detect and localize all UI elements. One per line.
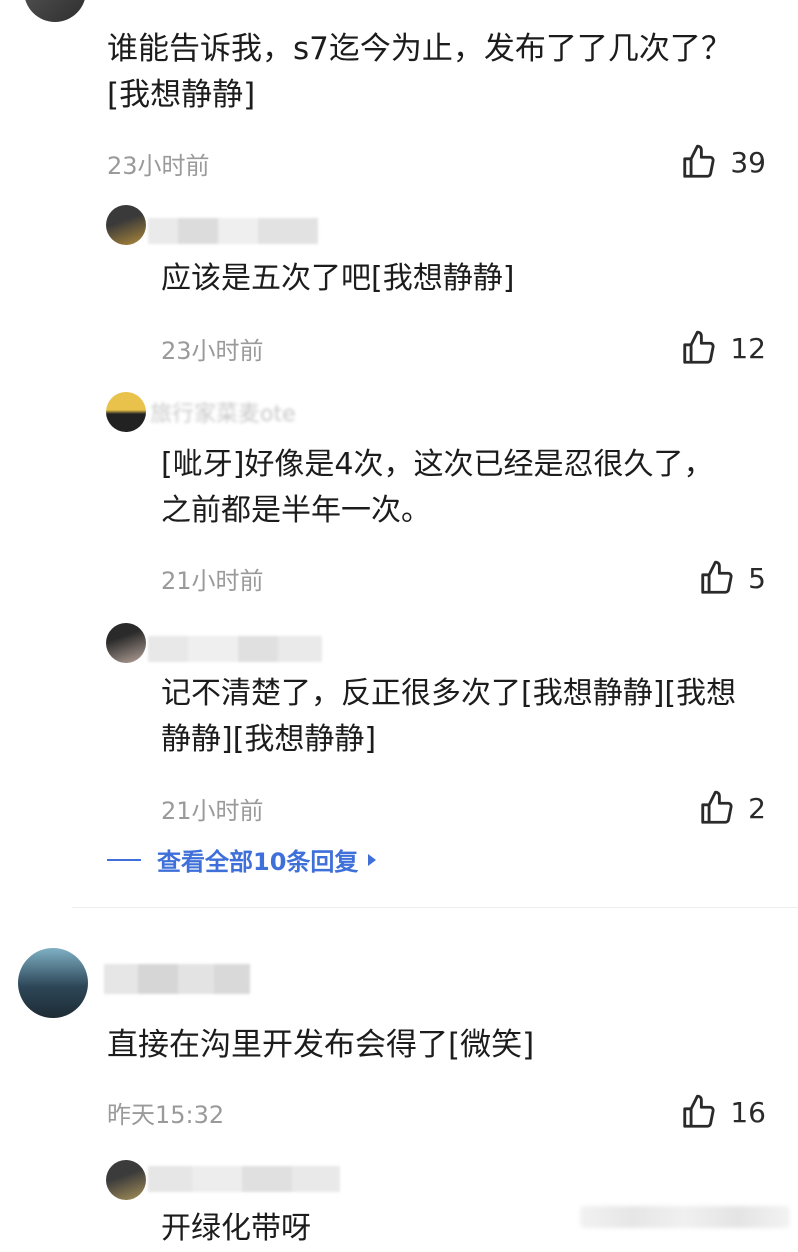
comment-divider <box>72 907 798 908</box>
like-count: 16 <box>730 1095 766 1129</box>
thumbs-up-icon <box>683 144 715 178</box>
reply-text: 记不清楚了，反正很多次了[我想静静][我想静静][我想静静] <box>161 676 737 757</box>
comment-text: 谁能告诉我，s7迄今为止，发布了了几次了？[我想静静] <box>107 31 732 113</box>
reply-time: 23小时前 <box>161 337 264 365</box>
reply-avatar[interactable] <box>106 623 146 663</box>
thumbs-up-icon <box>701 790 733 824</box>
reply-text: 开绿化带呀 <box>161 1211 311 1246</box>
like-count: 12 <box>730 331 766 365</box>
like-count: 5 <box>748 561 766 595</box>
user-avatar[interactable] <box>24 0 86 22</box>
like-count: 39 <box>730 145 766 179</box>
reply-avatar[interactable] <box>106 205 146 245</box>
like-button[interactable]: 2 <box>698 789 766 827</box>
view-all-label: 查看全部10条回复 <box>157 848 359 876</box>
reply-username[interactable]: 旅行家菜麦ote <box>150 396 296 428</box>
reply-username[interactable] <box>148 636 322 662</box>
reply-username[interactable] <box>148 218 318 244</box>
triangle-right-icon <box>368 853 377 866</box>
divider-line <box>107 858 141 861</box>
user-avatar[interactable] <box>18 948 88 1018</box>
like-button[interactable]: 39 <box>680 143 766 181</box>
reply-text: 应该是五次了吧[我想静静] <box>161 261 515 296</box>
reply-text: [呲牙]好像是4次，这次已经是忍很久了，之前都是半年一次。 <box>161 447 714 528</box>
like-button[interactable]: 5 <box>698 559 766 597</box>
reply-avatar[interactable] <box>106 1160 146 1200</box>
comment-time: 昨天15:32 <box>107 1101 225 1129</box>
thumbs-up-icon <box>683 1094 715 1128</box>
reply-time: 21小时前 <box>161 567 264 595</box>
username[interactable] <box>104 964 250 994</box>
like-button[interactable]: 16 <box>680 1093 766 1131</box>
reply-username[interactable] <box>148 1166 340 1192</box>
comment-time: 23小时前 <box>107 152 210 180</box>
watermark <box>580 1206 790 1228</box>
view-all-replies-link[interactable]: 查看全部10条回复 <box>107 842 378 877</box>
like-button[interactable]: 12 <box>680 329 766 367</box>
thumbs-up-icon <box>683 330 715 364</box>
reply-avatar[interactable] <box>106 392 146 432</box>
thumbs-up-icon <box>701 560 733 594</box>
like-count: 2 <box>748 791 766 825</box>
reply-time: 21小时前 <box>161 797 264 825</box>
comment-text: 直接在沟里开发布会得了[微笑] <box>107 1027 535 1063</box>
